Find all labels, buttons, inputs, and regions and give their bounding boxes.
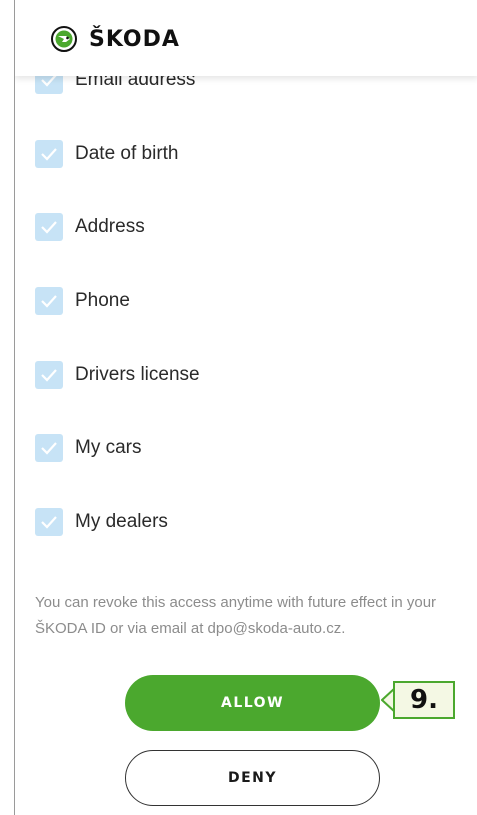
- permission-item-my-cars[interactable]: My cars: [35, 433, 142, 463]
- permission-item-my-dealers[interactable]: My dealers: [35, 507, 168, 537]
- checkbox-my-cars[interactable]: [35, 434, 63, 462]
- check-icon: [41, 369, 57, 382]
- permission-label: My cars: [75, 437, 142, 458]
- app-header: ŠKODA: [15, 0, 477, 76]
- brand-wordmark: ŠKODA: [89, 27, 180, 52]
- checkbox-my-dealers[interactable]: [35, 508, 63, 536]
- allow-button[interactable]: ALLOW: [125, 675, 380, 731]
- permission-item-date-of-birth[interactable]: Date of birth: [35, 139, 179, 169]
- permission-label: Phone: [75, 290, 130, 311]
- permission-label: Drivers license: [75, 364, 200, 385]
- check-icon: [41, 221, 57, 234]
- consent-screen: ŠKODA Email address Date of birth Addres…: [14, 0, 477, 815]
- deny-button[interactable]: DENY: [125, 750, 380, 806]
- skoda-logo-icon: [51, 26, 77, 52]
- checkbox-date-of-birth[interactable]: [35, 140, 63, 168]
- permission-item-drivers-license[interactable]: Drivers license: [35, 360, 200, 390]
- checkbox-address[interactable]: [35, 213, 63, 241]
- check-icon: [41, 295, 57, 308]
- permission-item-phone[interactable]: Phone: [35, 286, 130, 316]
- checkbox-drivers-license[interactable]: [35, 361, 63, 389]
- permission-label: Address: [75, 216, 145, 237]
- permission-item-address[interactable]: Address: [35, 212, 145, 242]
- step-callout-badge: 9.: [393, 681, 455, 719]
- revoke-access-note: You can revoke this access anytime with …: [35, 594, 437, 637]
- check-icon: [41, 148, 57, 161]
- checkbox-phone[interactable]: [35, 287, 63, 315]
- permission-label: Date of birth: [75, 143, 179, 164]
- permission-label: My dealers: [75, 511, 168, 532]
- check-icon: [41, 516, 57, 529]
- check-icon: [41, 442, 57, 455]
